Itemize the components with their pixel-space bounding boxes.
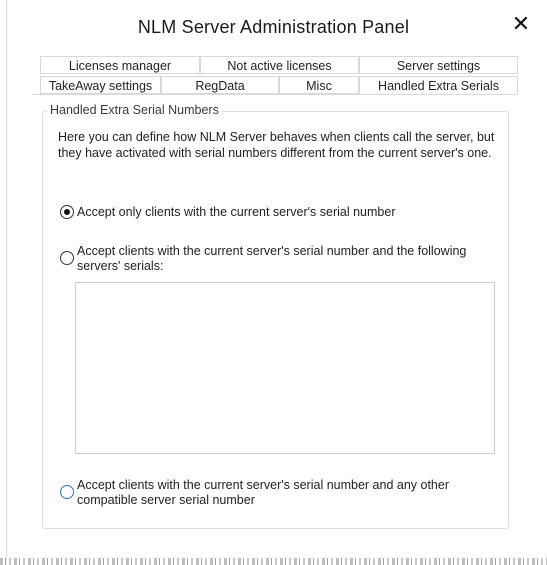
admin-panel-window: NLM Server Administration Panel ✕ Licens… <box>0 0 547 565</box>
tab-not-active-licenses[interactable]: Not active licenses <box>200 56 359 74</box>
window-left-edge <box>0 0 7 565</box>
window-title: NLM Server Administration Panel <box>137 17 410 37</box>
radio-accept-any-compatible-serial[interactable] <box>60 485 74 499</box>
tab-takeaway-settings[interactable]: TakeAway settings <box>40 76 161 94</box>
radio-accept-following-serials[interactable] <box>60 251 74 265</box>
radio-selected-dot <box>64 209 70 215</box>
tab-licenses-manager[interactable]: Licenses manager <box>40 56 200 74</box>
group-label: Handled Extra Serial Numbers <box>47 103 222 117</box>
tab-regdata[interactable]: RegData <box>161 76 279 94</box>
tab-handled-extra-serials[interactable]: Handled Extra Serials <box>359 76 518 94</box>
radio-accept-current-serial-only[interactable] <box>60 205 74 219</box>
clipped-bottom-edge <box>0 558 547 565</box>
option-accept-current-serial-only-label[interactable]: Accept only clients with the current ser… <box>77 205 497 220</box>
group-description: Here you can define how NLM Server behav… <box>58 130 495 160</box>
option-accept-following-serials-label[interactable]: Accept clients with the current server's… <box>77 244 477 274</box>
option-accept-any-compatible-serial-label[interactable]: Accept clients with the current server's… <box>77 478 477 508</box>
tab-strip: Licenses manager Not active licenses Ser… <box>40 56 518 94</box>
serials-listbox[interactable] <box>75 282 495 454</box>
tab-misc[interactable]: Misc <box>279 76 359 94</box>
close-icon[interactable]: ✕ <box>510 13 532 35</box>
tab-server-settings[interactable]: Server settings <box>359 56 518 74</box>
